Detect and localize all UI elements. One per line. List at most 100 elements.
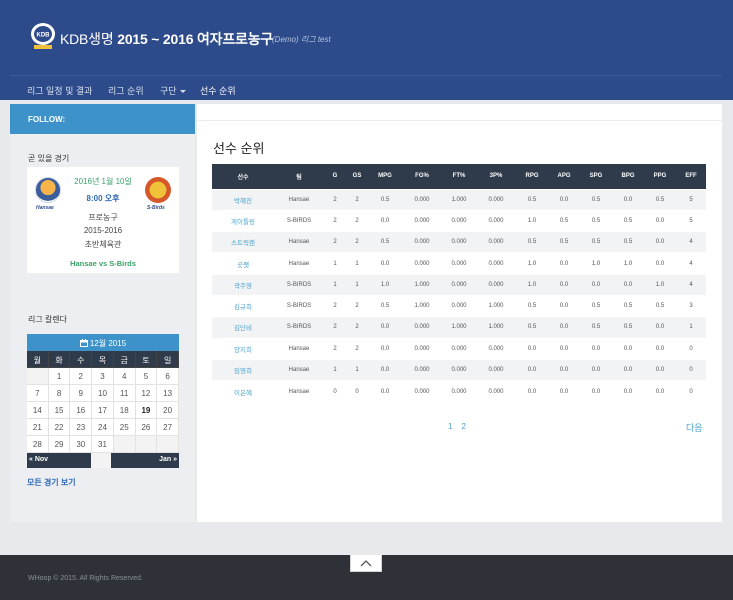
stat-cell: 0.0 [644, 337, 676, 360]
player-name-link[interactable]: 곽주영 [212, 273, 274, 296]
site-title-season: 2015 ~ 2016 여자프로농구 [113, 31, 274, 47]
stat-cell: 0.0 [612, 188, 644, 211]
calendar-day[interactable]: 29 [48, 436, 71, 453]
calendar-day[interactable]: 28 [27, 436, 49, 453]
column-header: PPG [644, 164, 676, 189]
column-header: 팀 [274, 164, 324, 189]
calendar-day[interactable]: 26 [135, 419, 158, 436]
calendar-day[interactable]: 22 [48, 419, 71, 436]
stat-cell: 0.000 [442, 209, 476, 232]
calendar-day[interactable]: 27 [157, 419, 179, 436]
player-name-link[interactable]: 양지희 [212, 337, 274, 360]
stat-cell: 0.0 [644, 231, 676, 253]
nav-item-player-rankings[interactable]: 선수 순위 [200, 84, 236, 97]
calendar-day[interactable]: 7 [27, 385, 49, 402]
calendar-day[interactable]: 15 [48, 402, 71, 419]
stat-cell: 0.000 [442, 337, 476, 360]
calendar-day[interactable]: 20 [157, 402, 179, 419]
player-name-link[interactable]: 임영희 [212, 358, 274, 381]
calendar-day[interactable]: 11 [113, 385, 136, 402]
stat-cell: 2 [324, 294, 346, 317]
calendar-day[interactable]: 31 [92, 436, 114, 453]
nav-item-standings[interactable]: 리그 순위 [108, 84, 144, 97]
stat-cell: 0.000 [402, 252, 442, 275]
stat-cell: 0.5 [580, 209, 612, 232]
table-row: 임영희 Hansae 1 1 0.0 0.000 0.000 0.000 0.0 0.0 0.0 0.… [212, 358, 706, 381]
calendar-prev-month[interactable]: « Nov [27, 453, 91, 468]
stat-cell: 0.5 [612, 316, 644, 339]
stat-cell: 0.000 [476, 188, 516, 211]
calendar-day[interactable]: 23 [70, 419, 93, 436]
player-name-link[interactable]: 게이틀링 [212, 209, 274, 232]
upcoming-game-card[interactable]: Hansae S-Birds 2016년 1월 10일 8:00 오후 프로농구… [27, 167, 179, 273]
stat-cell: 0.5 [580, 316, 612, 339]
calendar-day[interactable]: 8 [48, 385, 71, 402]
all-games-link[interactable]: 모든 경기 보기 [27, 477, 76, 488]
next-page-link[interactable]: 다음 [686, 421, 703, 434]
table-row: 이은혜 Hansae 0 0 0.0 0.000 0.000 0.000 0.0 0.0 0.0 0.… [212, 380, 706, 402]
stat-cell: 1.000 [476, 316, 516, 339]
scroll-to-top-button[interactable] [350, 555, 382, 572]
calendar-day[interactable]: 4 [113, 368, 136, 385]
column-header: BPG [612, 164, 644, 189]
stat-cell: 0.000 [442, 231, 476, 253]
calendar-day[interactable]: 2 [70, 368, 93, 385]
player-name-link[interactable]: 스트릭랜 [212, 231, 274, 253]
kdb-logo-icon[interactable]: KDB [30, 22, 56, 52]
stat-cell: 0.000 [476, 337, 516, 360]
site-title[interactable]: KDB생명 2015 ~ 2016 여자프로농구 [60, 29, 273, 49]
stat-cell: 0.000 [476, 380, 516, 402]
calendar-day[interactable]: 1 [48, 368, 71, 385]
upcoming-games-heading: 곧 있을 경기 [28, 154, 70, 163]
calendar-day[interactable]: 19 [135, 402, 158, 419]
sbirds-logo-caption: S-Birds [147, 205, 165, 211]
calendar-day[interactable]: 18 [113, 402, 136, 419]
player-name-link[interactable]: 김단비 [212, 316, 274, 339]
calendar-day[interactable]: 25 [113, 419, 136, 436]
team-cell: Hansae [274, 231, 324, 253]
stat-cell: 0.5 [612, 294, 644, 317]
stat-cell: 2 [324, 337, 346, 360]
calendar-day[interactable]: 13 [157, 385, 179, 402]
table-row: 곽주영 S-BIRDS 1 1 1.0 1.000 0.000 0.000 1.0 0.0 0.0 0… [212, 273, 706, 296]
stat-cell: 2 [324, 316, 346, 339]
game-matchup-link[interactable]: Hansae vs S-Birds [27, 259, 179, 268]
calendar-day[interactable]: 6 [157, 368, 179, 385]
calendar-day[interactable]: 30 [70, 436, 93, 453]
nav-item-schedule[interactable]: 리그 일정 및 결과 [27, 84, 92, 97]
stat-cell: 0.0 [612, 380, 644, 402]
logo-text: KDB [37, 33, 51, 39]
player-name-link[interactable]: 곳쨋 [212, 252, 274, 275]
stat-cell: 0.0 [548, 337, 580, 360]
calendar-day[interactable]: 14 [27, 402, 49, 419]
calendar-month-label: 12월 2015 [89, 339, 127, 348]
nav-item-teams[interactable]: 구단 [160, 84, 186, 97]
calendar-next-month[interactable]: Jan » [111, 453, 179, 468]
page-link-2[interactable]: 2 [461, 422, 465, 431]
calendar-day[interactable]: 5 [135, 368, 158, 385]
page-link-1[interactable]: 1 [448, 422, 452, 431]
stat-cell: 0.5 [580, 188, 612, 211]
stat-cell: 2 [346, 231, 368, 253]
calendar-day[interactable]: 24 [92, 419, 114, 436]
calendar-day[interactable]: 16 [70, 402, 93, 419]
stat-cell: 0.0 [548, 294, 580, 317]
calendar-day[interactable]: 9 [70, 385, 93, 402]
stat-cell: 1.0 [644, 273, 676, 296]
stat-cell: 1 [346, 252, 368, 275]
table-body: 박혜진 Hansae 2 2 0.5 0.000 1.000 0.000 0.5 0.0 0.5 0.… [212, 188, 706, 402]
hansae-logo-caption: Hansae [36, 205, 54, 211]
stat-cell: 0.000 [402, 188, 442, 211]
calendar-day[interactable]: 12 [135, 385, 158, 402]
table-row: 게이틀링 S-BIRDS 2 2 0.0 0.000 0.000 0.000 1.0 0.5 0.5… [212, 209, 706, 232]
calendar-day[interactable]: 21 [27, 419, 49, 436]
calendar-day[interactable]: 3 [92, 368, 114, 385]
calendar-day[interactable]: 17 [92, 402, 114, 419]
stat-cell: 2 [346, 316, 368, 339]
player-name-link[interactable]: 박혜진 [212, 188, 274, 211]
stat-cell: 0.0 [516, 358, 548, 381]
calendar-day[interactable]: 10 [92, 385, 114, 402]
player-name-link[interactable]: 이은혜 [212, 380, 274, 402]
player-name-link[interactable]: 김규희 [212, 294, 274, 317]
stat-cell: 0.0 [368, 209, 402, 232]
